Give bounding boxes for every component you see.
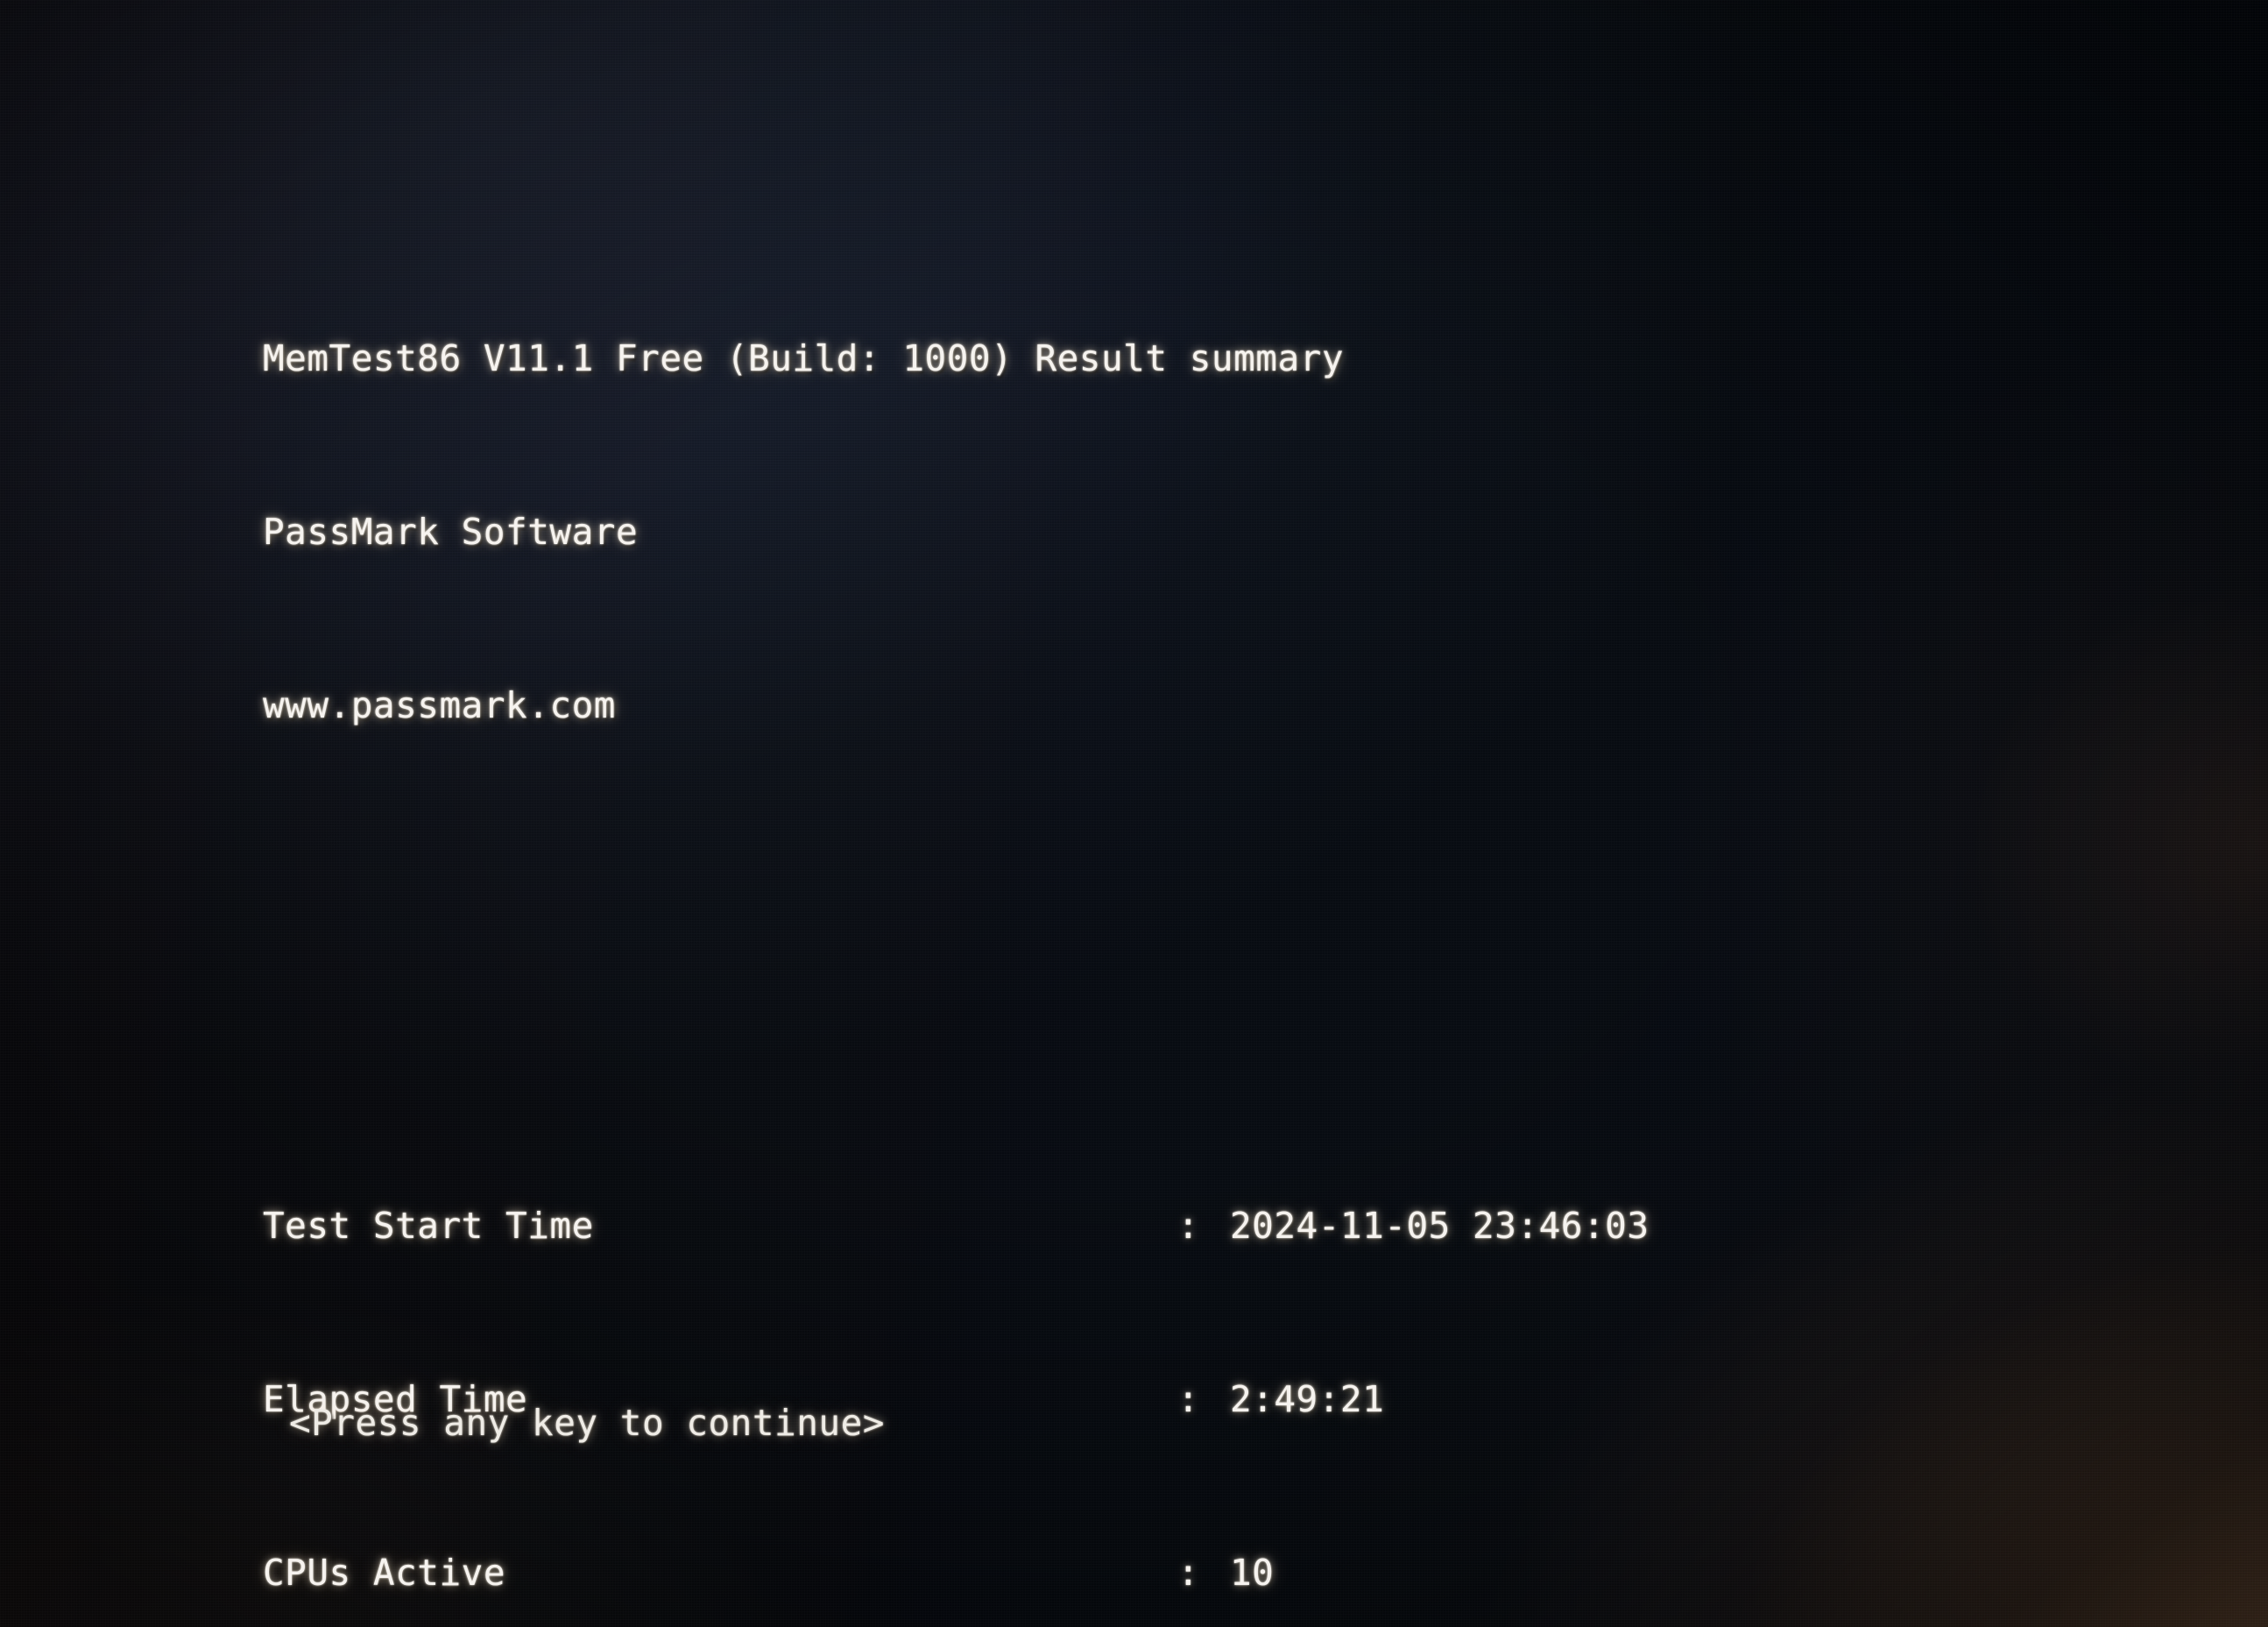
summary-label-test-start-time: Test Start Time — [263, 1205, 594, 1247]
summary-separator: : — [1177, 1552, 1200, 1594]
summary-row-test-start-time: Test Start Time : 2024-11-05 23:46:03 — [263, 1197, 2173, 1255]
summary-value-elapsed-time: 2:49:21 — [1230, 1378, 1385, 1420]
memtest86-result-screen: MemTest86 V11.1 Free (Build: 1000) Resul… — [0, 0, 2268, 1627]
press-any-key-prompt[interactable]: <Press any key to continue> — [289, 1402, 885, 1444]
app-title: MemTest86 V11.1 Free (Build: 1000) Resul… — [263, 337, 1345, 379]
website-url: www.passmark.com — [263, 684, 616, 726]
summary-separator: : — [1177, 1205, 1200, 1247]
summary-label-cpus-active: CPUs Active — [263, 1552, 506, 1594]
company-name: PassMark Software — [263, 511, 639, 553]
summary-value-test-start-time: 2024-11-05 23:46:03 — [1230, 1205, 1650, 1247]
spacer-after-header — [263, 908, 2173, 966]
summary-separator: : — [1177, 1378, 1200, 1420]
summary-row-cpus-active: CPUs Active : 10 — [263, 1544, 2173, 1602]
summary-value-cpus-active: 10 — [1230, 1552, 1275, 1594]
